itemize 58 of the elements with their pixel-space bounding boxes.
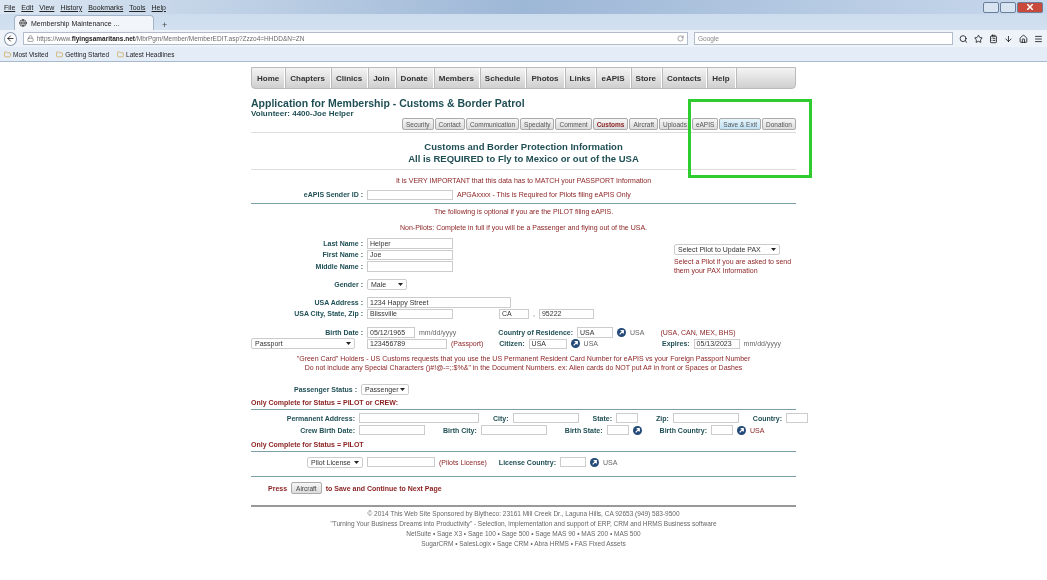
nav-link[interactable]: Photos — [526, 68, 565, 88]
nav-link[interactable]: Join — [368, 68, 396, 88]
maximize-button[interactable] — [1000, 1, 1016, 13]
license-number-field[interactable] — [367, 456, 435, 468]
nav-link[interactable]: Store — [630, 68, 663, 88]
text-field[interactable] — [512, 412, 579, 424]
folder-icon — [117, 50, 125, 58]
nav-link[interactable]: eAPIS — [596, 68, 631, 88]
caret-icon — [354, 460, 359, 464]
download-icon[interactable] — [1004, 33, 1014, 44]
caret-icon — [346, 342, 351, 346]
search-icon[interactable] — [959, 33, 969, 44]
text-field[interactable] — [480, 424, 547, 436]
arrow-circle-icon[interactable] — [737, 425, 747, 435]
page-title: Application for Membership - Customs & Border Patrol — [251, 97, 526, 109]
text-field[interactable] — [606, 424, 629, 436]
close-button[interactable] — [1017, 1, 1043, 13]
arrow-circle-icon[interactable] — [570, 339, 580, 349]
nav-link[interactable]: Chapters — [285, 68, 331, 88]
nav-link[interactable]: Schedule — [479, 68, 527, 88]
nav-link[interactable]: Links — [564, 68, 597, 88]
back-arrow-icon — [5, 34, 15, 43]
caret-icon — [398, 283, 403, 287]
arrow-circle-icon[interactable] — [590, 457, 600, 467]
close-icon — [1027, 4, 1033, 10]
reload-icon[interactable] — [677, 35, 684, 42]
text-field[interactable] — [359, 412, 479, 424]
clipboard-icon[interactable] — [989, 33, 999, 44]
nav-link[interactable]: Home — [252, 68, 286, 88]
caret-icon — [400, 387, 405, 391]
folder-icon — [56, 50, 64, 58]
nav-link[interactable]: Help — [707, 68, 736, 88]
text-field[interactable] — [359, 424, 425, 436]
text-field[interactable] — [672, 412, 739, 424]
nav-link[interactable]: Members — [433, 68, 480, 88]
arrow-circle-icon[interactable] — [632, 425, 642, 435]
text-field[interactable] — [786, 412, 808, 424]
nav-link[interactable]: Contacts — [662, 68, 708, 88]
volunteer-label: Volunteer: 4400-Joe Helper — [251, 109, 355, 118]
text-field[interactable] — [711, 424, 734, 436]
text-field[interactable] — [616, 412, 638, 424]
nav-link[interactable]: Clinics — [330, 68, 369, 88]
license-country-field[interactable] — [560, 456, 587, 468]
minimize-button[interactable] — [983, 1, 999, 13]
star-icon[interactable] — [974, 33, 984, 44]
nav-link[interactable]: Donate — [395, 68, 434, 88]
menu-icon[interactable] — [1034, 33, 1043, 44]
sender-id-field[interactable] — [367, 189, 453, 200]
page-icon — [19, 19, 27, 27]
new-tab-button[interactable]: + — [158, 20, 172, 30]
arrow-circle-icon[interactable] — [617, 327, 627, 337]
back-button[interactable] — [4, 31, 17, 46]
lock-icon — [26, 35, 34, 42]
caret-icon — [771, 247, 776, 251]
section-heading: Customs and Border Protection Information All is REQUIRED to Fly to Mexico or out of the USA — [251, 141, 796, 170]
home-icon[interactable] — [1019, 33, 1029, 44]
folder-icon — [4, 50, 11, 58]
name-field[interactable] — [367, 261, 453, 272]
